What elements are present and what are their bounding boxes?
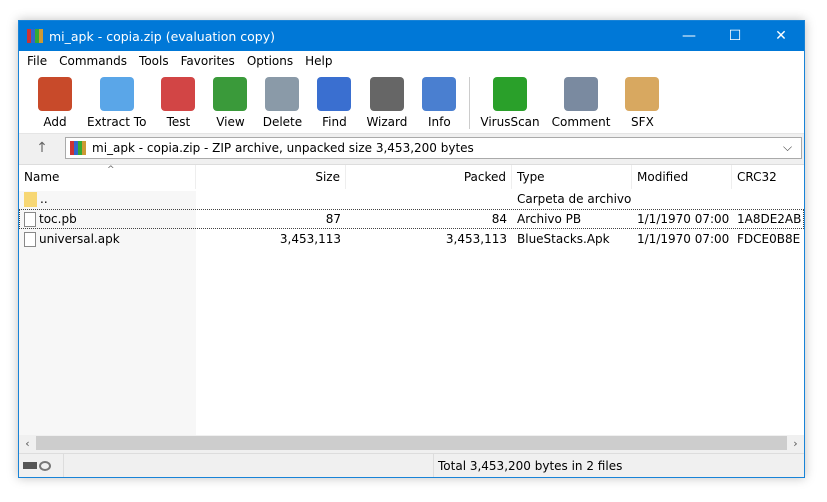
- file-modified: 1/1/1970 07:00: [632, 229, 732, 249]
- file-name: universal.apk: [39, 232, 120, 246]
- test-icon: [161, 77, 195, 111]
- file-modified: [632, 189, 732, 209]
- minimize-button[interactable]: —: [666, 21, 712, 51]
- column-modified[interactable]: Modified: [632, 165, 732, 189]
- status-text: Total 3,453,200 bytes in 2 files: [434, 459, 622, 473]
- file-type: Archivo PB: [512, 209, 632, 229]
- folder-icon: [24, 192, 37, 207]
- table-row[interactable]: universal.apk 3,453,113 3,453,113 BlueSt…: [19, 229, 804, 249]
- scrollbar-thumb[interactable]: [36, 436, 787, 450]
- info-button[interactable]: Info: [413, 71, 465, 129]
- list-header: ^ Name Size Packed Type Modified CRC32: [19, 165, 804, 189]
- file-size: 3,453,113: [196, 229, 346, 249]
- menu-bar: File Commands Tools Favorites Options He…: [19, 51, 804, 71]
- close-button[interactable]: ✕: [758, 21, 804, 51]
- winrar-logo-icon: [27, 29, 43, 43]
- delete-label: Delete: [263, 115, 302, 129]
- wizard-label: Wizard: [366, 115, 407, 129]
- menu-favorites[interactable]: Favorites: [175, 54, 241, 68]
- title-bar: mi_apk - copia.zip (evaluation copy) — ☐…: [19, 21, 804, 51]
- drive-icon: [23, 462, 37, 469]
- window-title: mi_apk - copia.zip (evaluation copy): [49, 29, 666, 44]
- comment-label: Comment: [552, 115, 611, 129]
- horizontal-scrollbar[interactable]: ‹ ›: [19, 435, 804, 451]
- file-icon: [24, 232, 36, 247]
- sfx-button[interactable]: SFX: [616, 71, 668, 129]
- virusscan-button[interactable]: VirusScan: [474, 71, 545, 129]
- toolbar-separator: [469, 77, 470, 129]
- archive-icon: [70, 141, 86, 155]
- find-label: Find: [322, 115, 347, 129]
- scroll-right-button[interactable]: ›: [787, 437, 804, 450]
- table-row[interactable]: .. Carpeta de archivos: [19, 189, 804, 209]
- address-text: mi_apk - copia.zip - ZIP archive, unpack…: [92, 141, 783, 155]
- file-packed: 84: [346, 209, 512, 229]
- delete-icon: [265, 77, 299, 111]
- add-label: Add: [43, 115, 66, 129]
- column-type[interactable]: Type: [512, 165, 632, 189]
- winrar-window: mi_apk - copia.zip (evaluation copy) — ☐…: [18, 20, 805, 478]
- status-bar: Total 3,453,200 bytes in 2 files: [19, 453, 804, 477]
- view-label: View: [216, 115, 244, 129]
- toolbar: Add Extract To Test View Delete Find Wizard Inf…: [19, 71, 804, 134]
- extract-to-label: Extract To: [87, 115, 146, 129]
- file-name: ..: [40, 192, 48, 206]
- virusscan-label: VirusScan: [480, 115, 539, 129]
- column-crc32[interactable]: CRC32: [732, 165, 804, 189]
- file-modified: 1/1/1970 07:00: [632, 209, 732, 229]
- extract-to-button[interactable]: Extract To: [81, 71, 152, 129]
- find-button[interactable]: Find: [308, 71, 360, 129]
- file-size: 87: [196, 209, 346, 229]
- wizard-icon: [370, 77, 404, 111]
- extract-to-icon: [100, 77, 134, 111]
- file-type: Carpeta de archivos: [512, 189, 632, 209]
- menu-file[interactable]: File: [21, 54, 53, 68]
- wizard-button[interactable]: Wizard: [360, 71, 413, 129]
- key-icon: [39, 461, 51, 471]
- menu-options[interactable]: Options: [241, 54, 299, 68]
- sort-ascending-icon: ^: [107, 165, 115, 175]
- file-packed: 3,453,113: [346, 229, 512, 249]
- column-packed[interactable]: Packed: [346, 165, 512, 189]
- menu-help[interactable]: Help: [299, 54, 338, 68]
- sfx-label: SFX: [631, 115, 654, 129]
- comment-button[interactable]: Comment: [546, 71, 617, 129]
- file-crc32: [732, 189, 804, 209]
- address-field[interactable]: mi_apk - copia.zip - ZIP archive, unpack…: [65, 137, 802, 159]
- table-row[interactable]: toc.pb 87 84 Archivo PB 1/1/1970 07:00 1…: [19, 209, 804, 229]
- menu-commands[interactable]: Commands: [53, 54, 133, 68]
- up-folder-button[interactable]: ↑: [19, 140, 65, 156]
- info-label: Info: [428, 115, 451, 129]
- find-icon: [317, 77, 351, 111]
- file-packed: [346, 189, 512, 209]
- view-icon: [213, 77, 247, 111]
- column-size[interactable]: Size: [196, 165, 346, 189]
- comment-icon: [564, 77, 598, 111]
- address-bar: ↑ mi_apk - copia.zip - ZIP archive, unpa…: [19, 134, 804, 161]
- file-list: ^ Name Size Packed Type Modified CRC32 .…: [19, 164, 804, 435]
- file-icon: [24, 212, 36, 227]
- file-crc32: 1A8DE2AB: [732, 209, 804, 229]
- virusscan-icon: [493, 77, 527, 111]
- file-size: [196, 189, 346, 209]
- add-button[interactable]: Add: [29, 71, 81, 129]
- dropdown-chevron-icon[interactable]: ⌵: [783, 140, 801, 155]
- add-icon: [38, 77, 72, 111]
- delete-button[interactable]: Delete: [256, 71, 308, 129]
- info-icon: [422, 77, 456, 111]
- menu-tools[interactable]: Tools: [133, 54, 175, 68]
- test-button[interactable]: Test: [152, 71, 204, 129]
- maximize-button[interactable]: ☐: [712, 21, 758, 51]
- file-type: BlueStacks.Apk: [512, 229, 632, 249]
- file-name: toc.pb: [39, 212, 77, 226]
- sfx-icon: [625, 77, 659, 111]
- scroll-left-button[interactable]: ‹: [19, 437, 36, 450]
- test-label: Test: [167, 115, 191, 129]
- file-crc32: FDCE0B8E: [732, 229, 804, 249]
- view-button[interactable]: View: [204, 71, 256, 129]
